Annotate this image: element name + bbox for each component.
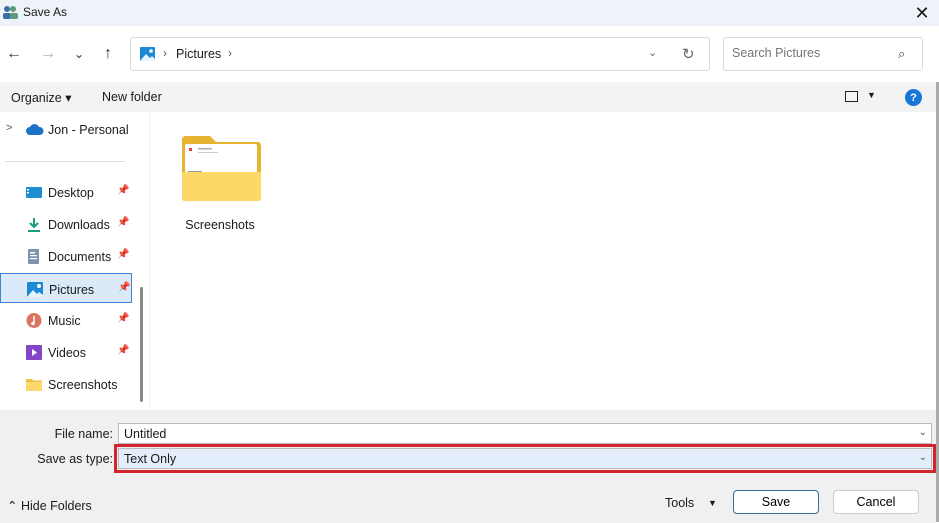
sidebar-item-label: Music xyxy=(48,314,81,328)
file-name-label: File name: xyxy=(54,427,113,441)
tools-dropdown-icon[interactable]: ▼ xyxy=(708,498,717,508)
divider xyxy=(5,161,125,162)
sidebar-item-label: Documents xyxy=(48,250,112,264)
search-icon[interactable]: ⌕ xyxy=(898,46,905,62)
expand-icon[interactable]: > xyxy=(6,122,12,134)
chevron-down-icon[interactable]: ⌄ xyxy=(919,427,927,438)
command-bar: Organize ▾ New folder ▼ ? xyxy=(0,82,939,112)
sidebar-scrollbar[interactable] xyxy=(140,287,143,402)
sidebar-item-label: Videos xyxy=(48,346,86,360)
refresh-icon[interactable]: ↻ xyxy=(682,45,695,63)
help-icon[interactable]: ? xyxy=(905,89,922,106)
pictures-icon xyxy=(140,47,155,61)
file-name-input[interactable]: Untitled ⌄ xyxy=(118,423,932,444)
close-button[interactable]: ✕ xyxy=(910,2,934,24)
recent-locations-button[interactable]: ⌄ xyxy=(69,44,89,64)
sidebar-item-label: Downloads xyxy=(48,218,110,232)
back-button[interactable]: ← xyxy=(4,44,24,64)
search-box[interactable]: ⌕ xyxy=(723,37,923,71)
view-icon[interactable] xyxy=(845,91,858,102)
save-button[interactable]: Save xyxy=(733,490,819,514)
save-as-icon xyxy=(3,6,18,19)
chevron-down-icon[interactable]: ⌄ xyxy=(919,452,927,463)
up-button[interactable]: ↑ xyxy=(98,44,118,64)
pictures-icon xyxy=(27,282,43,297)
pin-icon[interactable]: 📌 xyxy=(117,217,129,228)
sidebar-item-documents[interactable]: Documents 📌 xyxy=(0,241,132,271)
tools-button[interactable]: Tools xyxy=(665,496,694,510)
music-icon xyxy=(26,313,42,328)
sidebar-item-label: Pictures xyxy=(49,283,95,297)
search-input[interactable] xyxy=(732,46,892,60)
folder-icon xyxy=(26,379,42,391)
pin-icon[interactable]: 📌 xyxy=(118,282,130,293)
save-as-type-value: Text Only xyxy=(124,452,177,466)
file-list: Screenshots xyxy=(149,112,937,410)
downloads-icon xyxy=(28,218,40,232)
sidebar-item-screenshots[interactable]: Screenshots xyxy=(0,369,132,399)
navigation-bar: ← → ⌄ ↑ › Pictures › ⌄ ↻ ⌕ xyxy=(0,26,939,82)
hide-folders-button[interactable]: ⌃ Hide Folders xyxy=(7,498,92,513)
pin-icon[interactable]: 📌 xyxy=(117,249,129,260)
save-as-type-label: Save as type: xyxy=(37,452,113,466)
title-bar: Save As ✕ xyxy=(0,0,939,26)
save-panel: File name: Untitled ⌄ Save as type: Text… xyxy=(0,410,936,523)
new-folder-button[interactable]: New folder xyxy=(102,90,162,104)
breadcrumb-separator: › xyxy=(163,46,167,60)
sidebar-item-pictures[interactable]: Pictures 📌 xyxy=(0,273,132,303)
onedrive-cloud-icon xyxy=(26,124,44,135)
organize-button[interactable]: Organize ▾ xyxy=(11,90,71,105)
desktop-icon xyxy=(26,187,42,198)
window-title: Save As xyxy=(23,5,68,19)
sidebar-item-downloads[interactable]: Downloads 📌 xyxy=(0,209,132,239)
breadcrumb-separator[interactable]: › xyxy=(228,46,232,60)
file-name-value: Untitled xyxy=(124,427,167,441)
pin-icon[interactable]: 📌 xyxy=(117,185,129,196)
address-dropdown-icon[interactable]: ⌄ xyxy=(648,46,657,59)
videos-icon xyxy=(26,345,42,360)
sidebar-item-music[interactable]: Music 📌 xyxy=(0,305,132,335)
documents-icon xyxy=(28,249,39,264)
forward-button[interactable]: → xyxy=(38,44,58,64)
folder-icon xyxy=(182,136,261,201)
sidebar-item-desktop[interactable]: Desktop 📌 xyxy=(0,177,132,207)
view-dropdown-icon[interactable]: ▼ xyxy=(867,90,876,100)
sidebar-item-label: Jon - Personal xyxy=(48,123,129,137)
save-as-type-select[interactable]: Text Only ⌄ xyxy=(114,444,936,473)
sidebar-item-label: Desktop xyxy=(48,186,94,200)
pin-icon[interactable]: 📌 xyxy=(117,345,129,356)
breadcrumb-pictures[interactable]: Pictures xyxy=(176,47,221,61)
sidebar-item-onedrive[interactable]: > Jon - Personal xyxy=(0,114,132,144)
sidebar-item-videos[interactable]: Videos 📌 xyxy=(0,337,132,367)
folder-label: Screenshots xyxy=(185,218,255,232)
cancel-button[interactable]: Cancel xyxy=(833,490,919,514)
sidebar-item-label: Screenshots xyxy=(48,378,118,392)
navigation-pane: > Jon - Personal Desktop 📌 Downloads 📌 D… xyxy=(0,112,147,410)
folder-item[interactable]: Screenshots xyxy=(175,130,265,240)
pin-icon[interactable]: 📌 xyxy=(117,313,129,324)
address-bar[interactable]: › Pictures › ⌄ ↻ xyxy=(130,37,710,71)
